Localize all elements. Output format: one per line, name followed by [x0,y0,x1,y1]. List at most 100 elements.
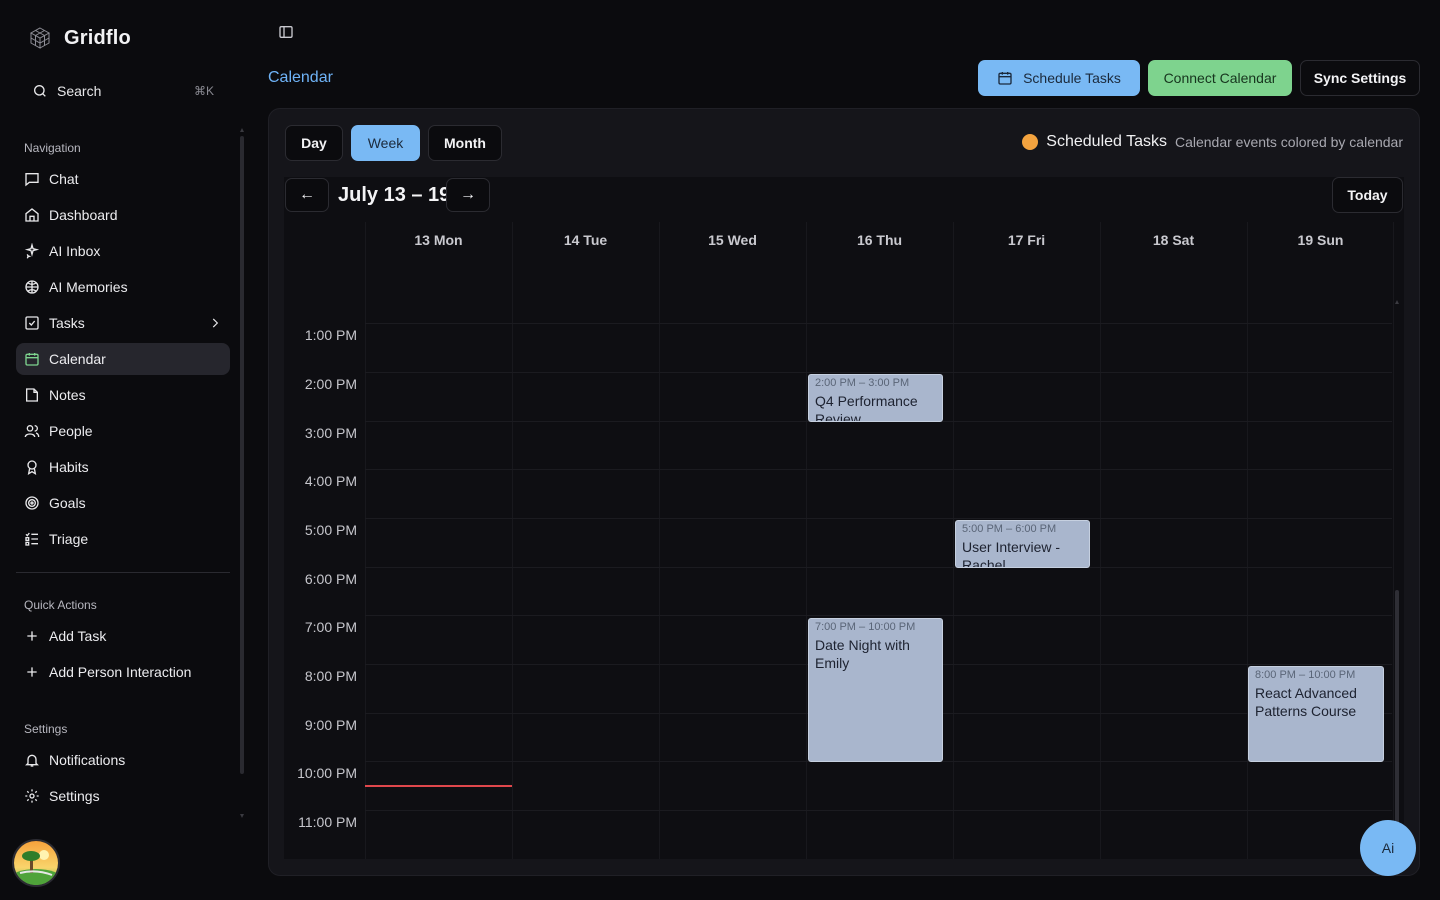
sidebar-item-dashboard[interactable]: Dashboard [16,199,230,231]
chat-icon [25,173,39,187]
event-card[interactable]: 5:00 PM – 6:00 PM User Interview - Rache… [955,520,1090,568]
people-icon [24,425,40,438]
sidebar-item-label: Notes [49,387,86,403]
sidebar-item-tasks[interactable]: Tasks [16,307,230,339]
scrollbar-thumb[interactable] [1395,590,1399,830]
search-label: Search [57,83,102,99]
current-time-indicator [365,785,512,787]
navigation-title: Navigation [24,141,81,155]
prev-week-button[interactable]: ← [285,178,329,212]
week-range-label: July 13 – 19 [338,184,451,206]
today-button[interactable]: Today [1332,177,1403,213]
day-header[interactable]: 13 Mon [365,232,512,248]
day-separator [806,222,807,859]
sidebar-item-people[interactable]: People [16,415,230,447]
gear-icon [25,789,39,803]
scroll-up-arrow[interactable] [1395,300,1399,304]
sidebar-toggle-icon[interactable] [278,24,294,40]
add-task-button[interactable]: Add Task [16,620,230,652]
search-icon [34,85,46,97]
sidebar-item-label: Dashboard [49,207,118,223]
sidebar-item-notifications[interactable]: Notifications [16,744,230,776]
sidebar-item-calendar[interactable]: Calendar [16,343,230,375]
view-week-button[interactable]: Week [351,125,420,161]
hour-label: 9:00 PM [304,717,357,733]
day-separator [512,222,513,859]
hour-label: 4:00 PM [304,473,357,489]
sidebar-item-habits[interactable]: Habits [16,451,230,483]
sidebar-item-goals[interactable]: Goals [16,487,230,519]
event-card[interactable]: 2:00 PM – 3:00 PM Q4 Performance Review [808,374,943,422]
chevron-right-icon[interactable] [208,316,222,330]
day-separator [1393,222,1394,859]
grid-scrollbar[interactable] [1395,300,1399,830]
search-button[interactable]: Search ⌘K [16,76,230,106]
hour-line [365,372,1392,373]
brain-icon [25,280,39,294]
event-title: React Advanced Patterns Course [1255,685,1357,719]
sidebar-item-chat[interactable]: Chat [16,163,230,195]
day-header[interactable]: 17 Fri [953,232,1100,248]
add-person-interaction-button[interactable]: Add Person Interaction [16,656,230,688]
calendar-legend: Scheduled Tasks Calendar events colored … [1022,133,1403,151]
settings-section-title: Settings [24,722,68,736]
event-title: Date Night with Emily [815,637,910,671]
quick-action-label: Add Task [49,628,107,644]
sidebar-item-notes[interactable]: Notes [16,379,230,411]
day-header[interactable]: 15 Wed [659,232,806,248]
sidebar-item-ai-memories[interactable]: AI Memories [16,271,230,303]
hour-label: 7:00 PM [304,619,357,635]
sidebar-scrollbar[interactable] [240,128,244,818]
sidebar-item-triage[interactable]: Triage [16,523,230,555]
hour-line [365,567,1392,568]
award-icon [27,460,37,475]
brand[interactable]: Gridflo [28,26,131,50]
event-time: 8:00 PM – 10:00 PM [1255,669,1356,681]
event-card[interactable]: 8:00 PM – 10:00 PM React Advanced Patter… [1248,666,1384,762]
avatar[interactable] [12,839,60,887]
day-header[interactable]: 14 Tue [512,232,659,248]
hour-label: 11:00 PM [298,814,357,830]
sync-settings-button[interactable]: Sync Settings [1300,60,1420,96]
hour-line [365,518,1392,519]
plus-icon [27,631,37,641]
hour-label: 2:00 PM [304,376,357,392]
sidebar-item-label: Chat [49,171,79,187]
app-root: Gridflo Search ⌘K Navigation Chat Dashbo… [0,0,1440,900]
avatar-image [14,841,58,885]
connect-calendar-button[interactable]: Connect Calendar [1148,60,1292,96]
hour-label: 10:00 PM [297,765,357,781]
sidebar: Gridflo Search ⌘K Navigation Chat Dashbo… [0,0,248,900]
sidebar-item-ai-inbox[interactable]: AI Inbox [16,235,230,267]
quick-action-label: Add Person Interaction [49,664,192,680]
event-card[interactable]: 7:00 PM – 10:00 PM Date Night with Emily [808,618,943,762]
day-header[interactable]: 16 Thu [806,232,953,248]
day-separator [1247,222,1248,859]
plus-icon [27,667,37,677]
day-header[interactable]: 18 Sat [1100,232,1247,248]
target-icon [25,496,39,510]
hour-label: 5:00 PM [304,522,357,538]
sidebar-item-label: Settings [49,788,100,804]
sidebar-divider [16,572,230,573]
scroll-down-arrow[interactable] [240,814,244,818]
view-month-button[interactable]: Month [428,125,502,161]
connect-calendar-label: Connect Calendar [1163,70,1277,86]
sidebar-item-label: Habits [49,459,89,475]
schedule-tasks-button[interactable]: Schedule Tasks [978,60,1140,96]
ai-assistant-button[interactable]: Ai [1360,820,1416,876]
calendar-icon [25,353,39,366]
sidebar-item-settings[interactable]: Settings [16,780,230,812]
list-icon [25,532,38,546]
next-week-button[interactable]: → [446,178,490,212]
hour-label: 6:00 PM [304,571,357,587]
scroll-up-arrow[interactable] [240,128,244,132]
page-title[interactable]: Calendar [268,69,333,87]
day-separator [1100,222,1101,859]
scrollbar-thumb[interactable] [240,136,244,774]
bell-icon [25,754,39,767]
quick-actions-title: Quick Actions [24,598,97,612]
day-header[interactable]: 19 Sun [1247,232,1394,248]
view-day-button[interactable]: Day [285,125,343,161]
note-icon [26,388,38,402]
